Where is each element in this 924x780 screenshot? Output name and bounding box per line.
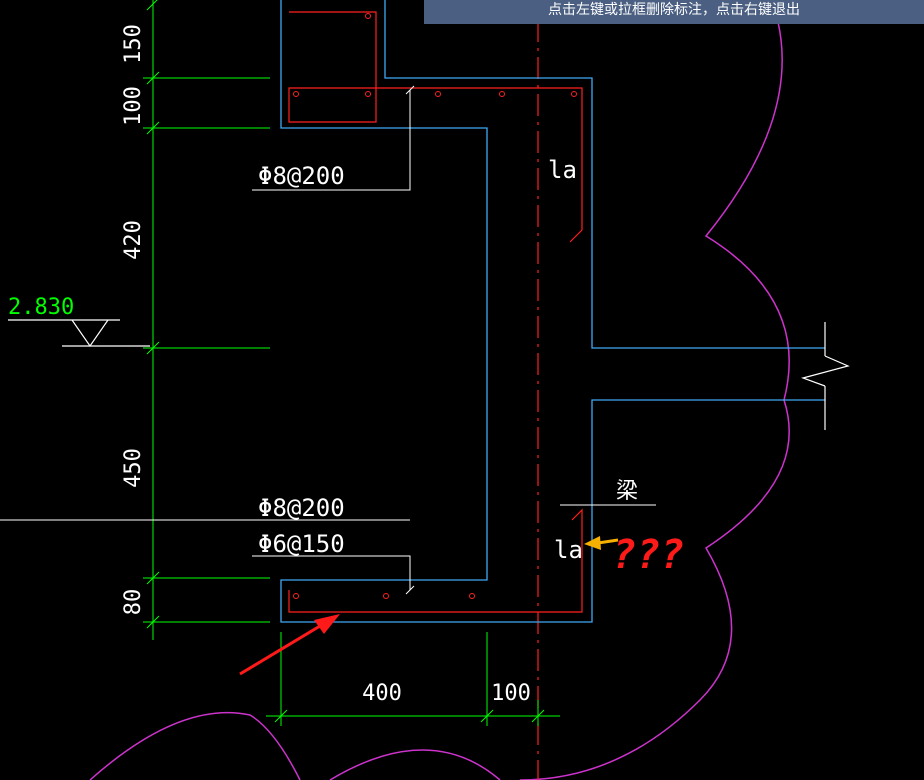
rebar-label-bottom-2: Φ6@150 bbox=[258, 530, 345, 558]
revision-cloud bbox=[89, 21, 790, 780]
dim-450: 450 bbox=[121, 448, 146, 488]
elevation-text: 2.830 bbox=[8, 295, 74, 320]
concrete-outline bbox=[280, 0, 825, 623]
annotation-arrow-red bbox=[239, 614, 340, 676]
elevation-mark bbox=[8, 319, 150, 348]
dim-100: 100 bbox=[121, 86, 146, 126]
dim-80: 80 bbox=[121, 589, 146, 616]
anchorage-top-label: la bbox=[548, 156, 577, 184]
anchorage-bottom-label: la bbox=[554, 536, 583, 564]
rebar-label-bottom-1: Φ8@200 bbox=[258, 494, 345, 522]
dim-100-bottom: 100 bbox=[491, 681, 531, 706]
command-prompt-bar: 点击左键或拉框删除标注，点击右键退出 bbox=[424, 0, 924, 24]
break-line-symbol bbox=[801, 322, 850, 430]
dimension-lines bbox=[143, 0, 560, 726]
annotation-question-marks: ??? bbox=[612, 532, 684, 578]
cad-drawing-canvas[interactable]: 150 100 420 450 80 400 100 2.830 Φ8@200 … bbox=[0, 0, 924, 780]
beam-label: 梁 bbox=[616, 479, 638, 504]
rebar-label-top: Φ8@200 bbox=[258, 162, 345, 190]
dim-400: 400 bbox=[362, 681, 402, 706]
dim-420: 420 bbox=[121, 220, 146, 260]
dim-150: 150 bbox=[121, 24, 146, 64]
